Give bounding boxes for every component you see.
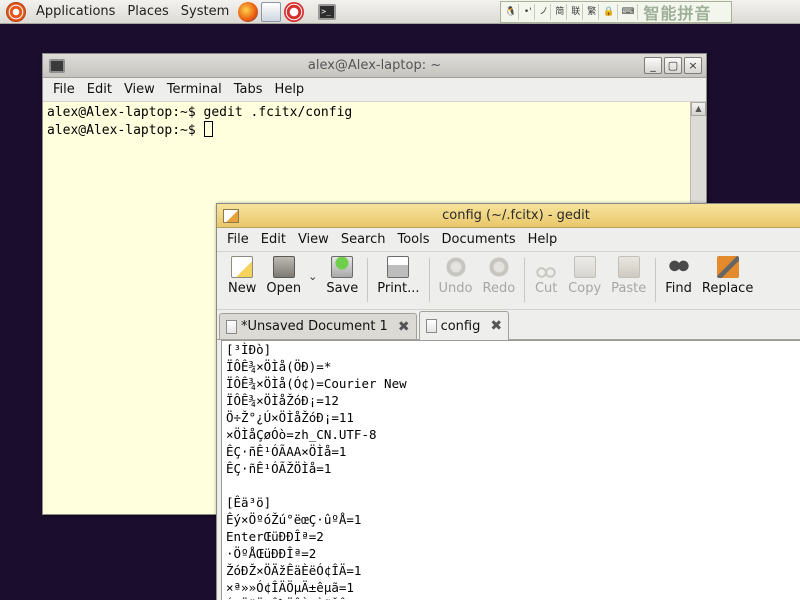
terminal-titlebar[interactable]: alex@Alex-laptop: ~ _ ▢ × xyxy=(43,54,706,78)
document-icon xyxy=(425,319,437,333)
paste-button[interactable]: Paste xyxy=(606,256,651,296)
ime-keyboard-icon[interactable]: ⌨ xyxy=(620,4,638,20)
gedit-menu-documents[interactable]: Documents xyxy=(436,228,522,252)
save-button-label: Save xyxy=(326,281,359,296)
toolbar-separator xyxy=(524,258,526,302)
find-button-label: Find xyxy=(665,281,692,296)
gedit-menubar: File Edit View Search Tools Documents He… xyxy=(217,228,800,252)
minimize-button[interactable]: _ xyxy=(644,57,662,74)
top-panel: Applications Places System >_ 🐧 •' ノ 简 联… xyxy=(0,0,800,24)
gedit-menu-tools[interactable]: Tools xyxy=(391,228,435,252)
terminal-title: alex@Alex-laptop: ~ xyxy=(307,57,442,73)
help-icon[interactable] xyxy=(284,1,305,22)
new-document-icon xyxy=(231,256,254,278)
terminal-cursor xyxy=(203,121,213,137)
terminal-menu-edit[interactable]: Edit xyxy=(81,78,118,102)
tab-config[interactable]: config ✖ xyxy=(418,311,510,340)
terminal-menubar: File Edit View Terminal Tabs Help xyxy=(43,78,706,102)
ime-simplified-icon[interactable]: 简 xyxy=(553,4,568,20)
terminal-menu-tabs[interactable]: Tabs xyxy=(228,78,269,102)
toolbar-separator xyxy=(367,258,369,302)
new-button[interactable]: New xyxy=(223,256,261,296)
replace-button-label: Replace xyxy=(701,281,754,296)
ime-punct-icon[interactable]: •' xyxy=(521,4,536,20)
gedit-menu-file[interactable]: File xyxy=(221,228,255,252)
replace-button[interactable]: Replace xyxy=(697,256,758,296)
open-folder-icon xyxy=(272,256,295,278)
terminal-window-controls: _ ▢ × xyxy=(644,57,702,74)
firefox-icon[interactable] xyxy=(238,1,259,22)
redo-icon xyxy=(487,256,510,278)
gedit-menu-search[interactable]: Search xyxy=(335,228,392,252)
terminal-prompt-line: alex@Alex-laptop:~$ xyxy=(47,121,686,139)
save-icon xyxy=(331,256,354,278)
new-button-label: New xyxy=(228,281,257,296)
replace-icon xyxy=(716,256,739,278)
ime-lock-icon[interactable]: 🔒 xyxy=(601,4,618,20)
clipboard-icon xyxy=(617,256,640,278)
gedit-title: config (~/.fcitx) - gedit xyxy=(442,207,590,223)
scissors-icon xyxy=(535,256,558,278)
ime-traditional-icon[interactable]: 繁 xyxy=(585,4,600,20)
gedit-window: config (~/.fcitx) - gedit File Edit View… xyxy=(216,203,800,600)
terminal-menu-file[interactable]: File xyxy=(47,78,81,102)
open-button[interactable]: Open xyxy=(261,256,306,296)
close-tab-icon[interactable]: ✖ xyxy=(398,319,410,335)
cut-button[interactable]: Cut xyxy=(529,256,563,296)
open-recent-dropdown-icon[interactable]: ⌄ xyxy=(306,256,321,283)
close-tab-icon[interactable]: ✖ xyxy=(490,318,502,334)
gedit-menu-view[interactable]: View xyxy=(292,228,335,252)
ime-name[interactable]: 智能拼音 xyxy=(644,0,712,24)
terminal-menu-help[interactable]: Help xyxy=(269,78,311,102)
tab-label: config xyxy=(440,318,481,334)
terminal-menu-terminal[interactable]: Terminal xyxy=(161,78,228,102)
find-button[interactable]: Find xyxy=(660,256,697,296)
toolbar-separator xyxy=(655,258,657,302)
gedit-window-icon[interactable] xyxy=(223,208,239,223)
text-editor-area[interactable]: [³ÌÐò] ÏÔÊ¾×ÖÌå(ÖÐ)=* ÏÔÊ¾×ÖÌå(Ó¢)=Couri… xyxy=(221,340,800,600)
undo-button[interactable]: Undo xyxy=(434,256,478,296)
gedit-titlebar[interactable]: config (~/.fcitx) - gedit xyxy=(217,204,800,228)
undo-icon xyxy=(444,256,467,278)
terminal-line: alex@Alex-laptop:~$ gedit .fcitx/config xyxy=(47,105,353,120)
terminal-menu-view[interactable]: View xyxy=(118,78,161,102)
cut-button-label: Cut xyxy=(534,281,558,296)
panel-menu-applications[interactable]: Applications xyxy=(30,0,121,24)
binoculars-icon xyxy=(667,256,690,278)
printer-icon xyxy=(387,256,410,278)
redo-button-label: Redo xyxy=(482,281,516,296)
open-button-label: Open xyxy=(266,281,302,296)
tab-label: *Unsaved Document 1 xyxy=(241,319,388,334)
toolbar-separator xyxy=(428,258,430,302)
print-button-label: Print... xyxy=(377,281,420,296)
ime-logo-icon[interactable]: 🐧 xyxy=(503,4,520,20)
mail-icon[interactable] xyxy=(261,1,282,22)
copy-button-label: Copy xyxy=(568,281,602,296)
print-button[interactable]: Print... xyxy=(372,256,424,296)
terminal-prompt: alex@Alex-laptop:~$ xyxy=(47,123,204,138)
maximize-button[interactable]: ▢ xyxy=(664,57,682,74)
ubuntu-logo-icon[interactable] xyxy=(6,1,26,22)
terminal-window-icon[interactable] xyxy=(49,58,65,73)
ime-toolbar: 🐧 •' ノ 简 联 繁 🔒 ⌨ 智能拼音 xyxy=(500,1,732,23)
gedit-menu-edit[interactable]: Edit xyxy=(255,228,292,252)
tab-unsaved-document-1[interactable]: *Unsaved Document 1 ✖ xyxy=(219,313,417,339)
redo-button[interactable]: Redo xyxy=(478,256,521,296)
save-button[interactable]: Save xyxy=(321,256,363,296)
copy-icon xyxy=(573,256,596,278)
copy-button[interactable]: Copy xyxy=(563,256,606,296)
terminal-launcher-icon[interactable]: >_ xyxy=(318,3,337,20)
ime-associate-icon[interactable]: 联 xyxy=(569,4,584,20)
scroll-up-arrow-icon[interactable]: ▲ xyxy=(691,102,706,116)
gedit-menu-help[interactable]: Help xyxy=(522,228,564,252)
document-tabs: *Unsaved Document 1 ✖ config ✖ xyxy=(217,310,800,340)
gedit-toolbar: New Open ⌄ Save Print... Undo Redo Cut C… xyxy=(217,252,800,310)
paste-button-label: Paste xyxy=(611,281,647,296)
document-icon xyxy=(226,319,237,334)
ime-width-icon[interactable]: ノ xyxy=(537,4,552,20)
close-button[interactable]: × xyxy=(684,57,702,74)
undo-button-label: Undo xyxy=(438,281,473,296)
panel-menu-system[interactable]: System xyxy=(175,0,235,24)
panel-menu-places[interactable]: Places xyxy=(121,0,174,24)
